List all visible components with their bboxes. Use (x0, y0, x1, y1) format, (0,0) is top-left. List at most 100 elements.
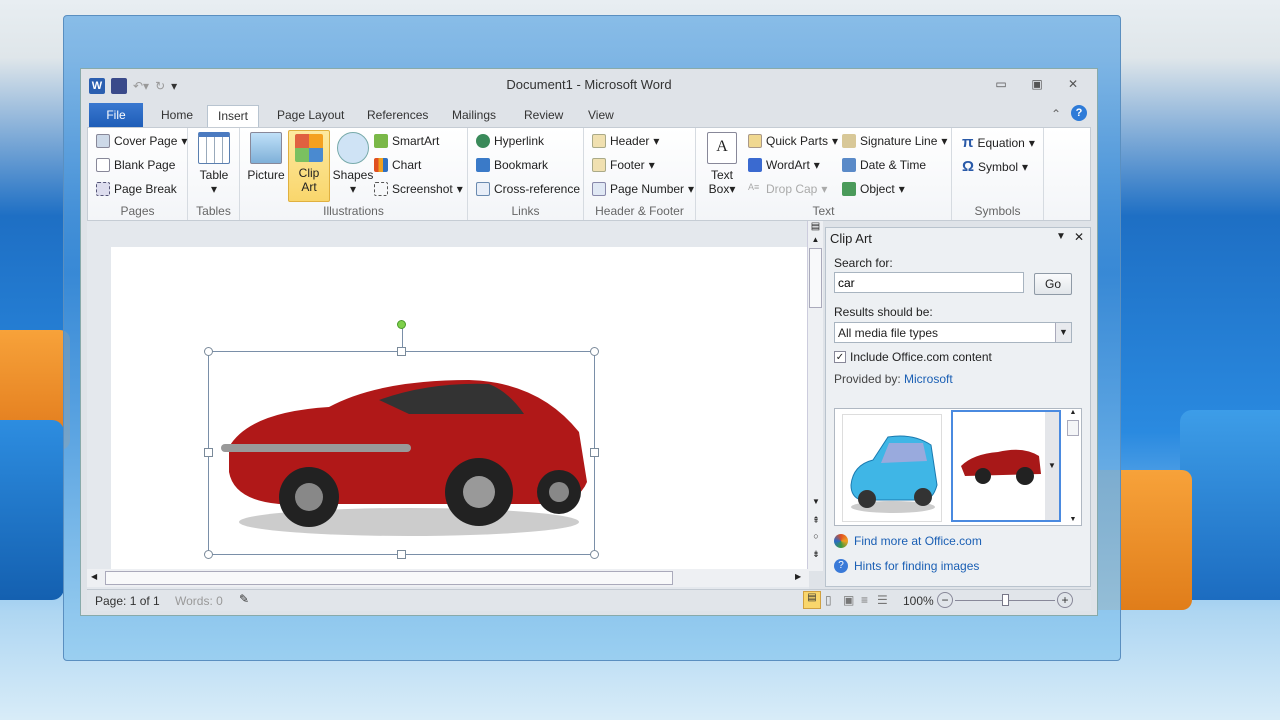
wordart-button[interactable]: WordArt ▾ (748, 158, 820, 172)
scroll-down-arrow[interactable]: ▼ (808, 497, 824, 506)
horizontal-scrollbar[interactable]: ◀ ▶ (87, 569, 809, 587)
clip-art-button[interactable]: Clip Art (288, 130, 330, 202)
scroll-left-arrow[interactable]: ◀ (91, 572, 97, 581)
ribbon: Cover Page ▾ Blank Page Page Break Pages… (87, 127, 1091, 221)
tab-page-layout[interactable]: Page Layout (267, 105, 354, 127)
rotate-handle[interactable] (397, 320, 406, 329)
ribbon-tabs: File Home Insert Page Layout References … (81, 101, 1097, 127)
word-count[interactable]: Words: 0 (175, 594, 223, 608)
document-page[interactable] (111, 247, 807, 569)
text-box-button[interactable]: A Text Box▾ (704, 132, 740, 196)
resize-handle[interactable] (204, 550, 213, 559)
tab-file[interactable]: File (89, 103, 143, 127)
close-button[interactable]: ✕ (1063, 77, 1083, 93)
resize-handle[interactable] (397, 347, 406, 356)
date-time-button[interactable]: Date & Time (842, 158, 926, 172)
cross-reference-button[interactable]: Cross-reference (476, 182, 580, 196)
checkbox-checked-icon[interactable]: ✓ (834, 351, 846, 363)
resize-handle[interactable] (397, 550, 406, 559)
object-icon (842, 182, 856, 196)
chart-button[interactable]: Chart (374, 158, 421, 172)
table-button[interactable]: Table ▾ (198, 132, 230, 196)
zoom-slider[interactable] (955, 594, 1055, 606)
pane-title: Clip Art (830, 231, 872, 246)
clip-result-red-car[interactable]: ▼ (951, 410, 1061, 522)
cover-page-button[interactable]: Cover Page ▾ (96, 134, 187, 148)
gallery-scroll-thumb[interactable] (1067, 420, 1079, 436)
zoom-slider-thumb[interactable] (1002, 594, 1009, 606)
resize-handle[interactable] (590, 347, 599, 356)
previous-page-icon[interactable]: ⇞ (808, 515, 824, 526)
search-input[interactable] (834, 272, 1024, 293)
scroll-right-arrow[interactable]: ▶ (795, 572, 801, 581)
horizontal-scroll-thumb[interactable] (105, 571, 673, 585)
tab-view[interactable]: View (578, 105, 624, 127)
provider-link[interactable]: Microsoft (904, 372, 953, 386)
tab-review[interactable]: Review (514, 105, 573, 127)
resize-handle[interactable] (590, 448, 599, 457)
go-button[interactable]: Go (1034, 273, 1072, 295)
vertical-scrollbar[interactable]: ▤ ▲ ▼ ⇞ ○ ⇟ (807, 221, 823, 571)
page-break-button[interactable]: Page Break (96, 182, 177, 196)
gallery-scrollbar[interactable]: ▲ ▼ (1065, 409, 1081, 525)
shapes-button[interactable]: Shapes ▾ (332, 132, 374, 196)
clip-result-blue-car[interactable] (842, 414, 942, 522)
outline-view-icon[interactable]: ≡ (861, 593, 868, 607)
clip-options-dropdown[interactable]: ▼ (1045, 412, 1059, 520)
bookmark-button[interactable]: Bookmark (476, 158, 548, 172)
print-layout-view-icon[interactable]: ▤ (803, 591, 821, 609)
group-pages: Cover Page ▾ Blank Page Page Break Pages (88, 128, 188, 220)
web-layout-icon[interactable]: ▣ (843, 593, 854, 607)
equation-button[interactable]: π Equation ▾ (962, 134, 1035, 151)
header-button[interactable]: Header ▾ (592, 134, 659, 148)
signature-line-button[interactable]: Signature Line ▾ (842, 134, 947, 148)
footer-button[interactable]: Footer ▾ (592, 158, 655, 172)
smartart-button[interactable]: SmartArt (374, 134, 439, 148)
screenshot-button[interactable]: Screenshot ▾ (374, 182, 463, 196)
ruler-toggle-icon[interactable]: ▤ (808, 221, 823, 235)
zoom-level[interactable]: 100% (903, 594, 934, 608)
blank-page-button[interactable]: Blank Page (96, 158, 175, 172)
include-office-checkbox[interactable]: ✓ Include Office.com content (834, 350, 992, 364)
browse-object-icon[interactable]: ○ (808, 531, 824, 541)
media-type-select[interactable]: All media file types ▼ (834, 322, 1072, 343)
hyperlink-icon (476, 134, 490, 148)
selected-clip-art-image[interactable] (204, 320, 599, 559)
zoom-in-button[interactable]: + (1057, 592, 1073, 608)
symbol-button[interactable]: Ω Symbol ▾ (962, 158, 1028, 175)
pane-close-icon[interactable]: ✕ (1074, 230, 1084, 244)
group-text: A Text Box▾ Quick Parts ▾ WordArt ▾ A≡ Drop… (696, 128, 952, 220)
object-button[interactable]: Object ▾ (842, 182, 905, 196)
next-page-icon[interactable]: ⇟ (808, 549, 824, 560)
drop-cap-button[interactable]: A≡ Drop Cap ▾ (748, 182, 827, 196)
quick-parts-button[interactable]: Quick Parts ▾ (748, 134, 838, 148)
proofing-icon[interactable]: ✎ (239, 592, 249, 606)
help-icon[interactable]: ? (1071, 105, 1087, 121)
pane-options-icon[interactable]: ▼ (1056, 231, 1066, 242)
resize-handle[interactable] (204, 448, 213, 457)
resize-handle[interactable] (204, 347, 213, 356)
full-screen-reading-icon[interactable]: ▯ (825, 593, 832, 607)
office-globe-icon (834, 534, 848, 548)
page-number-button[interactable]: Page Number ▾ (592, 182, 694, 196)
hints-link[interactable]: ? Hints for finding images (834, 559, 979, 573)
tab-references[interactable]: References (357, 105, 438, 127)
draft-view-icon[interactable]: ☰ (877, 593, 888, 607)
provided-by-label: Provided by: (834, 372, 901, 386)
zoom-out-button[interactable]: − (937, 592, 953, 608)
tab-home[interactable]: Home (151, 105, 203, 127)
picture-button[interactable]: Picture (244, 132, 288, 182)
clip-art-icon (295, 134, 323, 162)
minimize-ribbon-icon[interactable]: ⌃ (1051, 107, 1061, 121)
tab-mailings[interactable]: Mailings (442, 105, 506, 127)
hyperlink-button[interactable]: Hyperlink (476, 134, 544, 148)
maximize-button[interactable]: ▣ (1027, 77, 1047, 93)
tab-insert[interactable]: Insert (207, 105, 260, 127)
find-more-link[interactable]: Find more at Office.com (834, 534, 982, 548)
minimize-button[interactable]: ▭ (991, 77, 1011, 93)
scroll-up-arrow[interactable]: ▲ (808, 235, 823, 244)
scroll-thumb[interactable] (809, 248, 822, 308)
resize-handle[interactable] (590, 550, 599, 559)
dropdown-arrow-icon[interactable]: ▼ (1055, 323, 1071, 342)
page-count[interactable]: Page: 1 of 1 (95, 594, 160, 608)
